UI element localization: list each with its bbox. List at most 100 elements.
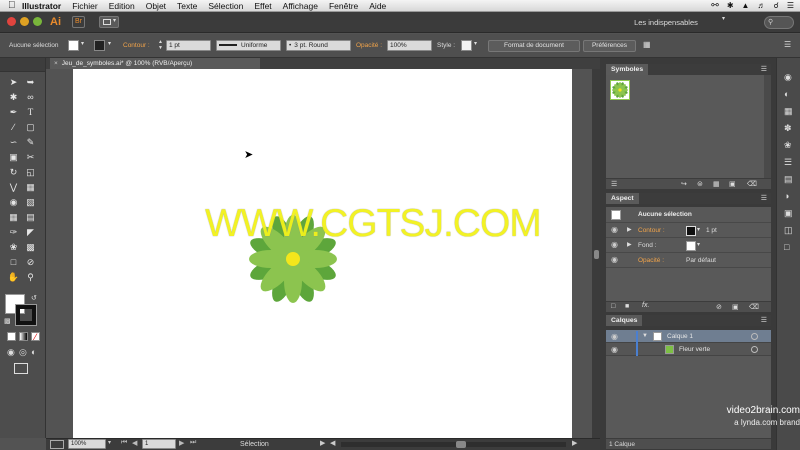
preferences-button[interactable]: Préférences [583, 40, 636, 52]
zoom-window-button[interactable] [33, 17, 42, 26]
layer-target-icon[interactable] [751, 333, 758, 340]
workspace-chevron-icon[interactable]: ▾ [722, 15, 725, 22]
close-window-button[interactable] [7, 17, 16, 26]
width-tool-icon[interactable]: ⋁ [7, 181, 20, 193]
scroll-left-icon[interactable]: ◀ [330, 439, 335, 447]
style-chevron-icon[interactable]: ▾ [474, 40, 477, 47]
swatches-icon[interactable]: ▦ [784, 106, 793, 117]
expand-arrow-icon[interactable]: ▶ [627, 238, 632, 253]
contour-stepper-icon[interactable]: ▲ ▼ [158, 39, 163, 51]
appearance-fill-swatch[interactable] [686, 241, 696, 251]
scale-tool-icon[interactable]: ◱ [24, 166, 37, 178]
brush-dropdown[interactable]: • 3 pt. Round [286, 40, 351, 51]
contour-label[interactable]: Contour : [123, 41, 150, 51]
column-graph-tool-icon[interactable]: ▩ [24, 241, 37, 253]
fill-chevron-icon[interactable]: ▾ [81, 40, 84, 47]
symbols-panel-menu-icon[interactable]: ☰ [761, 64, 767, 75]
visibility-eye-icon[interactable]: ◉ [611, 238, 620, 251]
transparency-panel-icon[interactable]: ◑ [784, 191, 789, 201]
paintbrush-tool-icon[interactable]: ∽ [7, 136, 20, 148]
apple-icon[interactable]:  [8, 0, 22, 11]
scissors-tool-icon[interactable]: ✂ [24, 151, 37, 163]
appearance-row-opacity[interactable]: ◉ Opacité : Par défaut [606, 253, 771, 268]
appearance-row-contour[interactable]: ◉ ▶ Contour : ▾ 1 pt [606, 223, 771, 238]
minimize-window-button[interactable] [20, 17, 29, 26]
close-tab-icon[interactable]: × [54, 60, 58, 67]
stroke-panel-icon[interactable]: ☰ [784, 157, 792, 168]
pen-tool-icon[interactable]: ✒ [7, 106, 20, 118]
stroke-chevron-icon[interactable]: ▾ [108, 40, 111, 47]
opacity-field[interactable]: 100% [387, 40, 432, 51]
align-options-icon[interactable]: ▦ [643, 40, 651, 49]
sublayer-name[interactable]: Fleur verte [679, 343, 710, 356]
duplicate-item-icon[interactable]: ▣ [732, 303, 739, 311]
appearance-panel-header[interactable]: Aspect ☰ [606, 193, 771, 204]
zoom-tool-icon[interactable]: ⚲ [24, 271, 37, 283]
previous-artboard-icon[interactable]: ◀ [132, 439, 137, 447]
type-tool-icon[interactable]: T [24, 106, 37, 118]
workspace-switcher[interactable]: Les indispensables [612, 16, 720, 29]
add-stroke-icon[interactable]: □ [611, 303, 615, 310]
collapse-arrow-icon[interactable]: ▼ [642, 330, 648, 343]
menu-aide[interactable]: Aide [369, 1, 386, 11]
status-menu-icon[interactable]: ▶ [320, 439, 325, 447]
appearance-panel-menu-icon[interactable]: ☰ [761, 193, 767, 204]
fill-swatch-chevron-icon[interactable]: ▾ [697, 238, 700, 253]
artboard-nav-icon[interactable] [50, 440, 64, 449]
zoom-field[interactable]: 100% [68, 439, 106, 449]
graphic-styles-icon[interactable]: ▣ [784, 208, 793, 219]
eyedropper-tool-icon[interactable]: ✑ [7, 226, 20, 238]
search-field[interactable]: ⚲ [764, 16, 794, 29]
stroke-style-dropdown[interactable]: Uniforme [216, 40, 281, 51]
layers-panel-menu-icon[interactable]: ☰ [761, 315, 767, 326]
shape-builder-tool-icon[interactable]: ◉ [7, 196, 20, 208]
draw-behind-icon[interactable]: ◎ [19, 347, 27, 358]
visibility-eye-icon[interactable]: ◉ [611, 253, 620, 266]
add-fill-icon[interactable]: ■ [625, 303, 629, 310]
artboard-tool-icon[interactable]: □ [7, 256, 20, 268]
appearance-opacity-value[interactable]: Par défaut [686, 253, 716, 268]
gradient-tool-icon[interactable]: ▤ [24, 211, 37, 223]
direct-selection-tool-icon[interactable]: ➥ [24, 76, 37, 88]
last-artboard-icon[interactable]: ⏭ [190, 439, 196, 447]
panel-menu-icon[interactable]: ☰ [784, 40, 791, 49]
status-text[interactable]: Sélection [240, 439, 269, 450]
appearance-contour-label[interactable]: Contour : [638, 223, 665, 238]
symbols-panel-title[interactable]: Symboles [606, 64, 649, 75]
layers-panel-title[interactable]: Calques [606, 315, 643, 326]
layer-row-calque-1[interactable]: ◉ ▼ Calque 1 [606, 330, 771, 343]
artboard[interactable]: ➤ [73, 69, 572, 438]
first-artboard-icon[interactable]: ⏮ [121, 439, 127, 447]
layers-panel-header[interactable]: Calques ☰ [606, 315, 771, 326]
rectangle-tool-icon[interactable]: ▢ [24, 121, 37, 133]
symbol-options-icon[interactable]: ▦ [713, 180, 720, 188]
bridge-button[interactable]: Br [72, 16, 85, 28]
tools-panel-header[interactable] [0, 58, 45, 72]
appearance-fond-label[interactable]: Fond : [638, 238, 656, 253]
arrange-documents-button[interactable]: ▾ [99, 16, 119, 28]
graphic-style-swatch[interactable] [461, 40, 472, 51]
fill-swatch[interactable] [68, 40, 79, 51]
symbol-libraries-icon[interactable]: ☰ [611, 180, 617, 188]
sublayer-target-icon[interactable] [751, 346, 758, 353]
scroll-right-icon[interactable]: ▶ [572, 439, 577, 447]
place-symbol-icon[interactable]: ↪ [681, 180, 687, 188]
expand-arrow-icon[interactable]: ▶ [627, 223, 632, 238]
document-tab[interactable]: × Jeu_de_symboles.ai* @ 100% (RVB/Aperçu) [50, 58, 260, 69]
artboard-number-field[interactable]: 1 [142, 439, 176, 449]
pencil-tool-icon[interactable]: ✎ [24, 136, 37, 148]
stroke-swatch-chevron-icon[interactable]: ▾ [697, 223, 700, 238]
bluetooth-icon[interactable]: ✱ [727, 1, 734, 10]
menu-edition[interactable]: Edition [109, 1, 135, 11]
symbols-panel-header[interactable]: Symboles ☰ [606, 64, 771, 75]
blend-tool-icon[interactable]: ◤ [24, 226, 37, 238]
menu-affichage[interactable]: Affichage [283, 1, 318, 11]
appearance-panel-title[interactable]: Aspect [606, 193, 639, 204]
horizontal-scrollbar-thumb[interactable] [456, 441, 466, 448]
perspective-grid-tool-icon[interactable]: ▧ [24, 196, 37, 208]
slice-tool-icon[interactable]: ⊘ [24, 256, 37, 268]
wifi-icon[interactable]: ▲ [742, 1, 750, 10]
appearance-opacity-label[interactable]: Opacité : [638, 253, 664, 268]
free-transform-tool-icon[interactable]: ▦ [24, 181, 37, 193]
menu-texte[interactable]: Texte [177, 1, 197, 11]
